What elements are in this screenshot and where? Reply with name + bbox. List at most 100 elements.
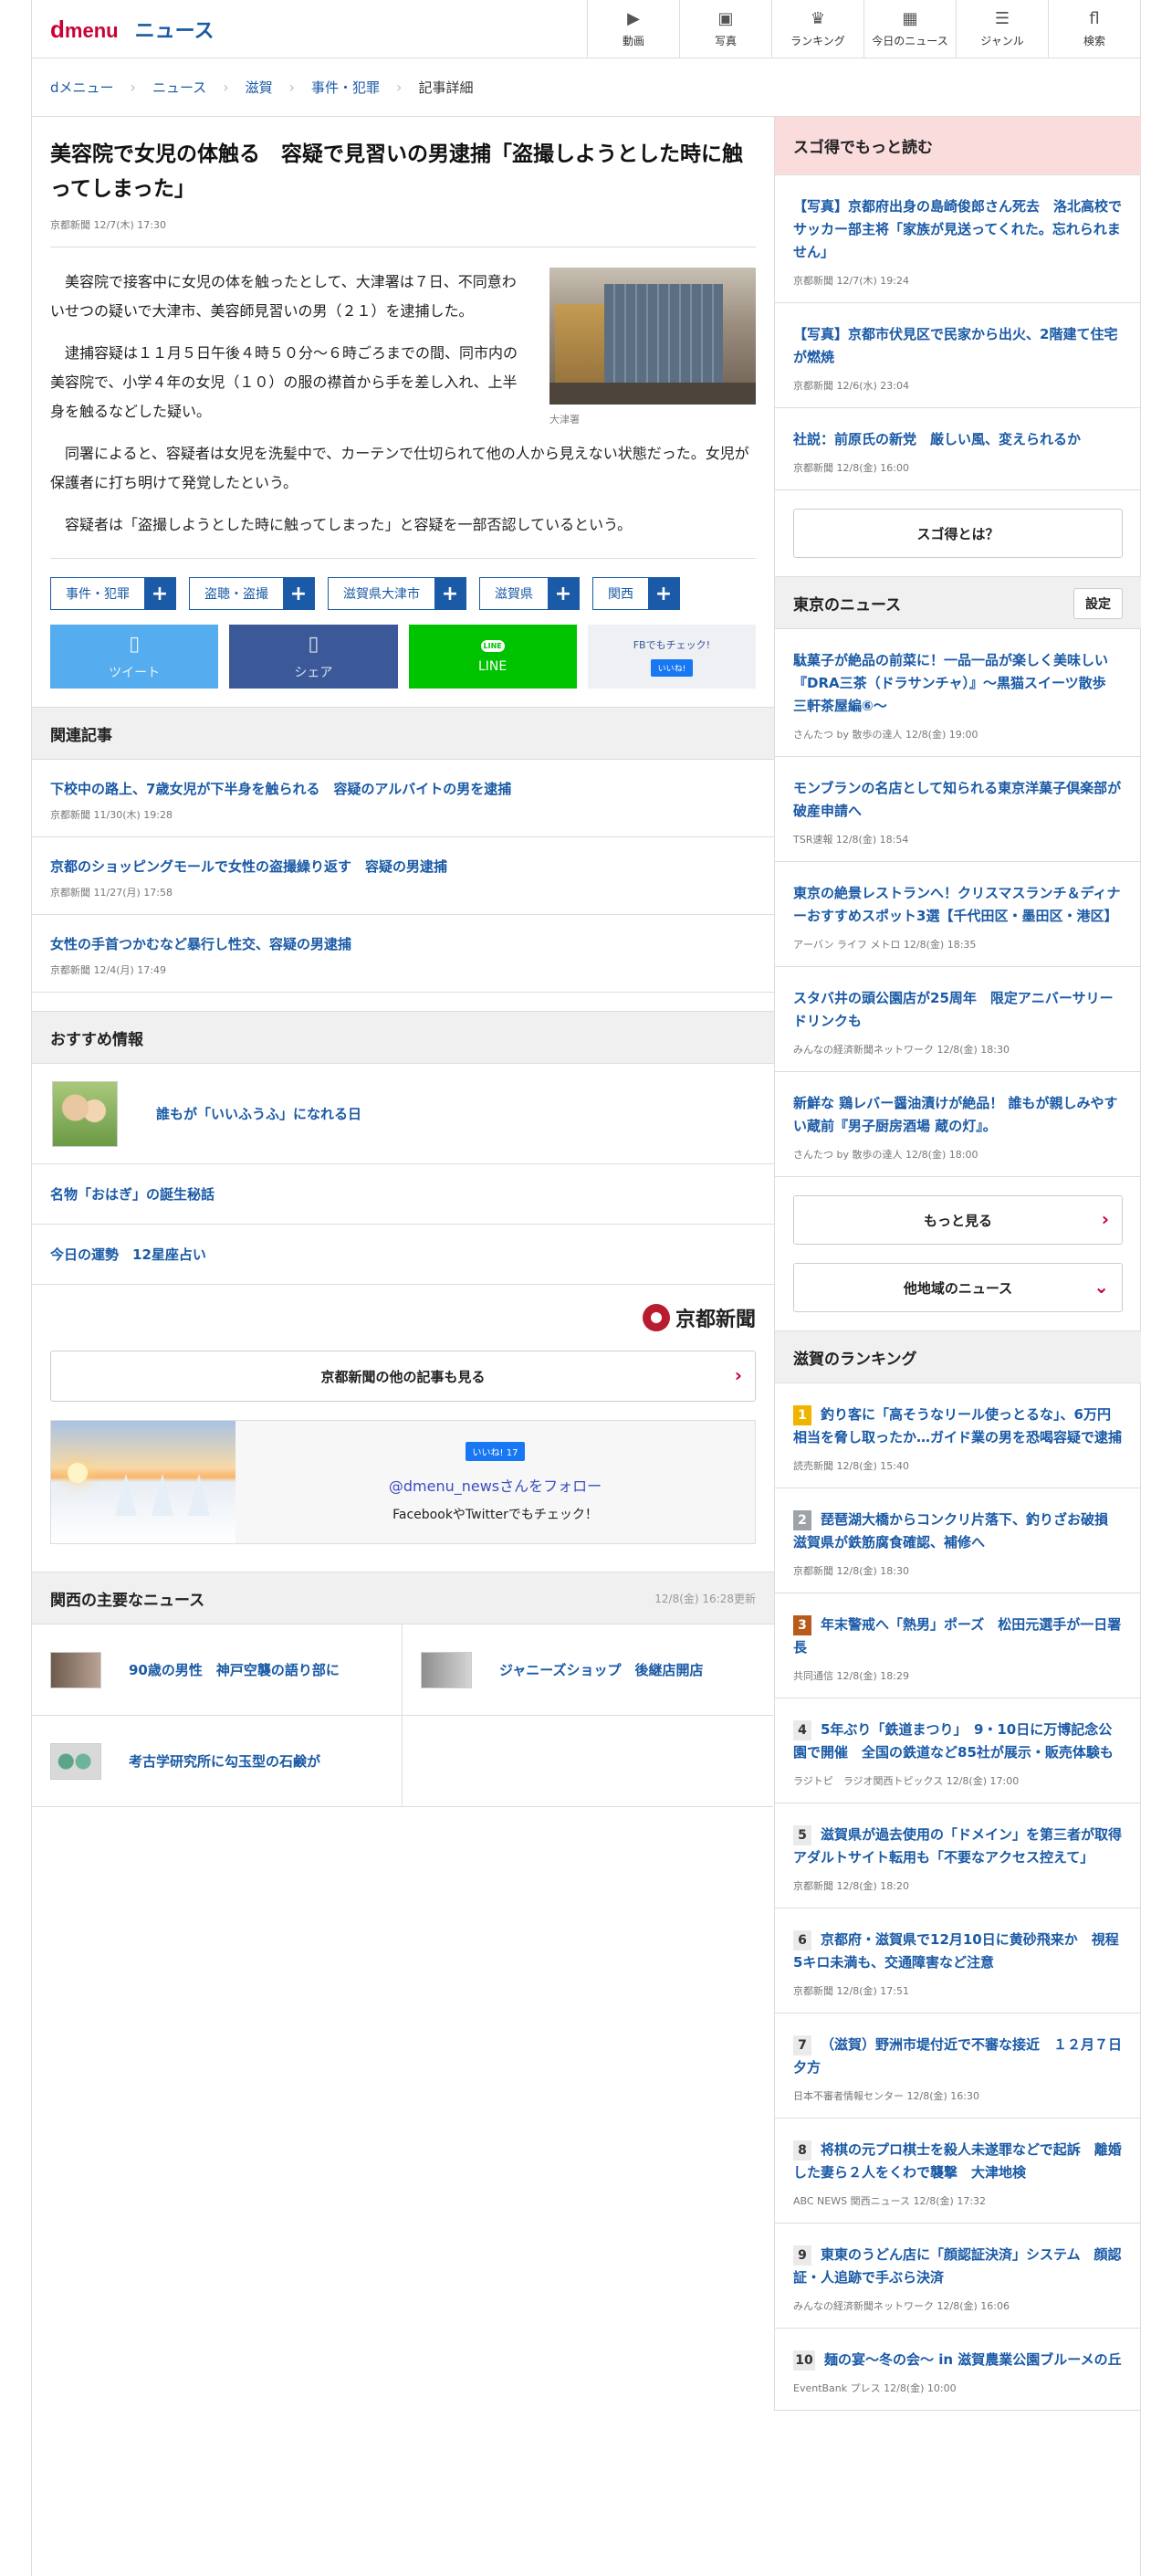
- tokyo-item[interactable]: 新鮮な 鶏レバー醤油漬けが絶品！ 誰もが親しみやすい蔵前『男子厨房酒場 蔵の灯』…: [775, 1072, 1141, 1177]
- rank-number-badge: 3: [793, 1615, 811, 1635]
- tokyo-title-link[interactable]: 新鮮な 鶏レバー醤油漬けが絶品！ 誰もが親しみやすい蔵前『男子厨房酒場 蔵の灯』…: [793, 1092, 1123, 1138]
- tag-follow-button[interactable]: 滋賀県大津市 +: [328, 577, 466, 610]
- nav-video[interactable]: ▶ 動画: [587, 0, 679, 58]
- recommend-item[interactable]: 今日の運勢 12星座占い: [32, 1225, 774, 1285]
- ranking-title-link[interactable]: 6 京都府・滋賀県で12月10日に黄砂飛来か 視程5キロ未満も、交通障害など注意: [793, 1929, 1123, 1974]
- tokyo-title-link[interactable]: スタバ井の頭公園店が25周年 限定アニバーサリードリンクも: [793, 987, 1123, 1033]
- related-title[interactable]: 京都のショッピングモールで女性の盗撮繰り返す 容疑の男逮捕: [50, 856, 756, 878]
- tokyo-item[interactable]: 東京の絶景レストランへ！クリスマスランチ＆ディナーおすすめスポット3選【千代田区…: [775, 862, 1141, 967]
- tag-follow-button[interactable]: 関西 +: [592, 577, 680, 610]
- related-title[interactable]: 下校中の路上、7歳女児が下半身を触られる 容疑のアルバイトの男を逮捕: [50, 778, 756, 800]
- ranking-item[interactable]: 7 （滋賀）野洲市堤付近で不審な接近 １２月７日夕方日本不審者情報センター 12/…: [775, 2013, 1141, 2119]
- recommend-item[interactable]: 誰もが「いいふうふ」になれる日: [32, 1064, 774, 1164]
- ranking-title-link[interactable]: 7 （滋賀）野洲市堤付近で不審な接近 １２月７日夕方: [793, 2034, 1123, 2079]
- fb-like-button[interactable]: いいね!: [650, 658, 694, 677]
- recommend-title[interactable]: 名物「おはぎ」の誕生秘話: [50, 1184, 215, 1204]
- recommend-title[interactable]: 誰もが「いいふうふ」になれる日: [156, 1104, 361, 1123]
- publisher-row: 京都新聞: [32, 1285, 774, 1351]
- tokyo-title-link[interactable]: 駄菓子が絶品の前菜に！一品一品が楽しく美味しい『DRA三茶（ドラサンチャ）』〜黒…: [793, 649, 1123, 718]
- ranking-item[interactable]: 9 東東のうどん店に「顔認証決済」システム 顔認証・人追跡で手ぶら決済 みんなの経済…: [775, 2224, 1141, 2329]
- breadcrumb-news[interactable]: ニュース: [152, 78, 206, 97]
- logo-menu: menu: [64, 18, 119, 42]
- couple-thumbnail[interactable]: [52, 1080, 118, 1147]
- sugo-item[interactable]: 社説：前原氏の新党 厳しい風、変えられるか 京都新聞 12/8(金) 16:00: [775, 408, 1141, 490]
- kansai-item[interactable]: ジャニーズショップ 後継店開店: [403, 1624, 773, 1716]
- nav-today[interactable]: ▦ 今日のニュース: [863, 0, 956, 58]
- ranking-item[interactable]: 2 琵琶湖大橋からコンクリ片落下、釣りざお破損 滋賀県が鉄筋腐食確認、補修へ 京都新…: [775, 1488, 1141, 1593]
- related-item[interactable]: 女性の手首つかむなど暴行し性交、容疑の男逮捕 京都新聞 12/4(月) 17:49: [32, 915, 774, 993]
- sugo-title[interactable]: 社説：前原氏の新党 厳しい風、変えられるか: [793, 428, 1123, 451]
- related-title[interactable]: 女性の手首つかむなど暴行し性交、容疑の男逮捕: [50, 933, 756, 955]
- fb-like-count-button[interactable]: いいね! 17: [465, 1441, 526, 1461]
- sugo-item[interactable]: 【写真】京都市伏見区で民家から出火、2階建て住宅が燃焼 京都新聞 12/6(水) …: [775, 303, 1141, 408]
- kansai-title: 関西の主要なニュース: [50, 1591, 205, 1610]
- facebook-share-button[interactable]: ▯ シェア: [229, 625, 398, 689]
- other-region-button[interactable]: 他地域のニュース ⌄: [793, 1263, 1123, 1312]
- kansai-title[interactable]: 90歳の男性 神戸空襲の語り部に: [129, 1660, 340, 1679]
- ranking-title-link[interactable]: 3 年末警戒へ「熱男」ポーズ 松田元選手が一日署長: [793, 1614, 1123, 1659]
- more-button[interactable]: もっと見る ›: [793, 1195, 1123, 1245]
- page-frame: d menu ニュース ▶ 動画 ▣ 写真 ♛ ランキング ▦ 今日のニュース ☰ ジャン…: [31, 0, 1141, 2576]
- sugo-meta: 京都新聞 12/7(木) 19:24: [793, 275, 909, 287]
- ranking-item[interactable]: 6 京都府・滋賀県で12月10日に黄砂飛来か 視程5キロ未満も、交通障害など注意京…: [775, 1908, 1141, 2013]
- sugo-item[interactable]: 【写真】京都府出身の島崎俊郎さん死去 洛北高校でサッカー部主将「家族が見送ってく…: [775, 175, 1141, 303]
- nav-ranking[interactable]: ♛ ランキング: [771, 0, 863, 58]
- ranking-item[interactable]: 1 釣り客に「高そうなリール使っとるな」、6万円相当を脅し取ったか…ガイド業の男を…: [775, 1383, 1141, 1488]
- region-settings-button[interactable]: 設定: [1073, 588, 1123, 619]
- related-item[interactable]: 下校中の路上、7歳女児が下半身を触られる 容疑のアルバイトの男を逮捕 京都新聞 1…: [32, 760, 774, 837]
- sugo-title[interactable]: 【写真】京都市伏見区で民家から出火、2階建て住宅が燃焼: [793, 323, 1123, 369]
- nav-search[interactable]: fl 検索: [1048, 0, 1140, 58]
- ranking-item[interactable]: 8 将棋の元プロ棋士を殺人未遂罪などで起訴 離婚した妻ら２人をくわで襲撃 大津地検…: [775, 2119, 1141, 2224]
- ranking-item[interactable]: 10 麺の宴〜冬の会〜 in 滋賀農業公園ブルーメの丘 EventBank プレス …: [775, 2329, 1141, 2411]
- tokyo-item[interactable]: スタバ井の頭公園店が25周年 限定アニバーサリードリンクも みんなの経済新聞ネット…: [775, 967, 1141, 1072]
- sugo-title[interactable]: 【写真】京都府出身の島崎俊郎さん死去 洛北高校でサッカー部主将「家族が見送ってく…: [793, 195, 1123, 264]
- breadcrumb-shiga[interactable]: 滋賀: [246, 78, 273, 97]
- line-button[interactable]: LINE LINE: [408, 625, 577, 689]
- ranking-meta: 京都新聞 12/8(金) 17:51: [793, 1985, 909, 1997]
- follow-body: いいね! 17 @dmenu_newsさんをフォロー FacebookやTwit…: [235, 1421, 755, 1543]
- kansai-item[interactable]: 90歳の男性 神戸空襲の語り部に: [32, 1624, 403, 1716]
- ranking-title-link[interactable]: 5 滋賀県が過去使用の「ドメイン」を第三者が取得 アダルトサイト転用も「不要なアク…: [793, 1824, 1135, 1869]
- ranking-title-link[interactable]: 10 麺の宴〜冬の会〜 in 滋賀農業公園ブルーメの丘: [793, 2349, 1123, 2371]
- follow-handle-link[interactable]: @dmenu_newsさんをフォロー: [389, 1474, 602, 1496]
- police-station-photo[interactable]: [549, 268, 756, 405]
- tokyo-item[interactable]: 駄菓子が絶品の前菜に！一品一品が楽しく美味しい『DRA三茶（ドラサンチャ）』〜黒…: [775, 629, 1141, 757]
- breadcrumb-crime[interactable]: 事件・犯罪: [311, 78, 380, 97]
- publisher-more-button[interactable]: 京都新聞の他の記事も見る ›: [50, 1351, 756, 1402]
- tag-follow-button[interactable]: 滋賀県 +: [479, 577, 580, 610]
- logo-d: d: [50, 15, 65, 43]
- nav-photo[interactable]: ▣ 写真: [679, 0, 771, 58]
- tokyo-title-link[interactable]: モンブランの名店として知られる東京洋菓子倶楽部が破産申請へ: [793, 777, 1123, 823]
- related-item[interactable]: 京都のショッピングモールで女性の盗撮繰り返す 容疑の男逮捕 京都新聞 11/27(…: [32, 837, 774, 915]
- kansai-title[interactable]: 考古学研究所に勾玉型の石鹸が: [129, 1751, 320, 1771]
- dmenu-logo[interactable]: d menu ニュース: [50, 15, 214, 44]
- recommend-item[interactable]: 名物「おはぎ」の誕生秘話: [32, 1164, 774, 1225]
- ranking-text: （滋賀）野洲市堤付近で不審な接近 １２月７日夕方: [793, 2036, 1123, 2076]
- tag-follow-button[interactable]: 盗聴・盗撮 +: [189, 577, 315, 610]
- publisher-more-label: 京都新聞の他の記事も見る: [320, 1368, 486, 1385]
- rank-number-badge: 6: [793, 1930, 811, 1950]
- tokyo-title-link[interactable]: 東京の絶景レストランへ！クリスマスランチ＆ディナーおすすめスポット3選【千代田区…: [793, 882, 1123, 928]
- sugo-about-button[interactable]: スゴ得とは？: [793, 509, 1123, 558]
- ranking-item[interactable]: 3 年末警戒へ「熱男」ポーズ 松田元選手が一日署長 共同通信 12/8(金) 18:…: [775, 1593, 1141, 1698]
- recommend-title[interactable]: 今日の運勢 12星座占い: [50, 1245, 206, 1264]
- ranking-title-link[interactable]: 1 釣り客に「高そうなリール使っとるな」、6万円相当を脅し取ったか…ガイド業の男を…: [793, 1404, 1123, 1449]
- nav-genre[interactable]: ☰ ジャンル: [956, 0, 1048, 58]
- ranking-title-link[interactable]: 2 琵琶湖大橋からコンクリ片落下、釣りざお破損 滋賀県が鉄筋腐食確認、補修へ: [793, 1509, 1123, 1554]
- kyoto-shimbun-logo[interactable]: 京都新聞: [642, 1303, 756, 1332]
- ranking-title-link[interactable]: 8 将棋の元プロ棋士を殺人未遂罪などで起訴 離婚した妻ら２人をくわで襲撃 大津地検: [793, 2139, 1123, 2184]
- breadcrumb-dmenu[interactable]: dメニュー: [50, 78, 114, 97]
- tweet-button[interactable]: ▯ ツイート: [50, 625, 219, 689]
- tokyo-item[interactable]: モンブランの名店として知られる東京洋菓子倶楽部が破産申請へ TSR速報 12/8(…: [775, 757, 1141, 862]
- kansai-item[interactable]: 考古学研究所に勾玉型の石鹸が: [32, 1716, 403, 1807]
- ranking-meta: 日本不審者情報センター 12/8(金) 16:30: [793, 2090, 979, 2102]
- ranking-title-link[interactable]: 4 5年ぶり「鉄道まつり」 9・10日に万博記念公園で開催 全国の鉄道など85社が…: [793, 1719, 1123, 1764]
- ranking-item[interactable]: 5 滋賀県が過去使用の「ドメイン」を第三者が取得 アダルトサイト転用も「不要なアク…: [775, 1803, 1141, 1908]
- ranking-item[interactable]: 4 5年ぶり「鉄道まつり」 9・10日に万博記念公園で開催 全国の鉄道など85社が…: [775, 1698, 1141, 1803]
- ranking-title-link[interactable]: 9 東東のうどん店に「顔認証決済」システム 顔認証・人追跡で手ぶら決済: [793, 2244, 1123, 2289]
- follow-banner: いいね! 17 @dmenu_newsさんをフォロー FacebookやTwit…: [50, 1420, 756, 1544]
- kansai-title[interactable]: ジャニーズショップ 後継店開店: [499, 1660, 704, 1679]
- fb-check-box: FBでもチェック! いいね!: [587, 625, 756, 689]
- tag-follow-button[interactable]: 事件・犯罪 +: [50, 577, 176, 610]
- article-photo[interactable]: 大津署: [549, 268, 756, 426]
